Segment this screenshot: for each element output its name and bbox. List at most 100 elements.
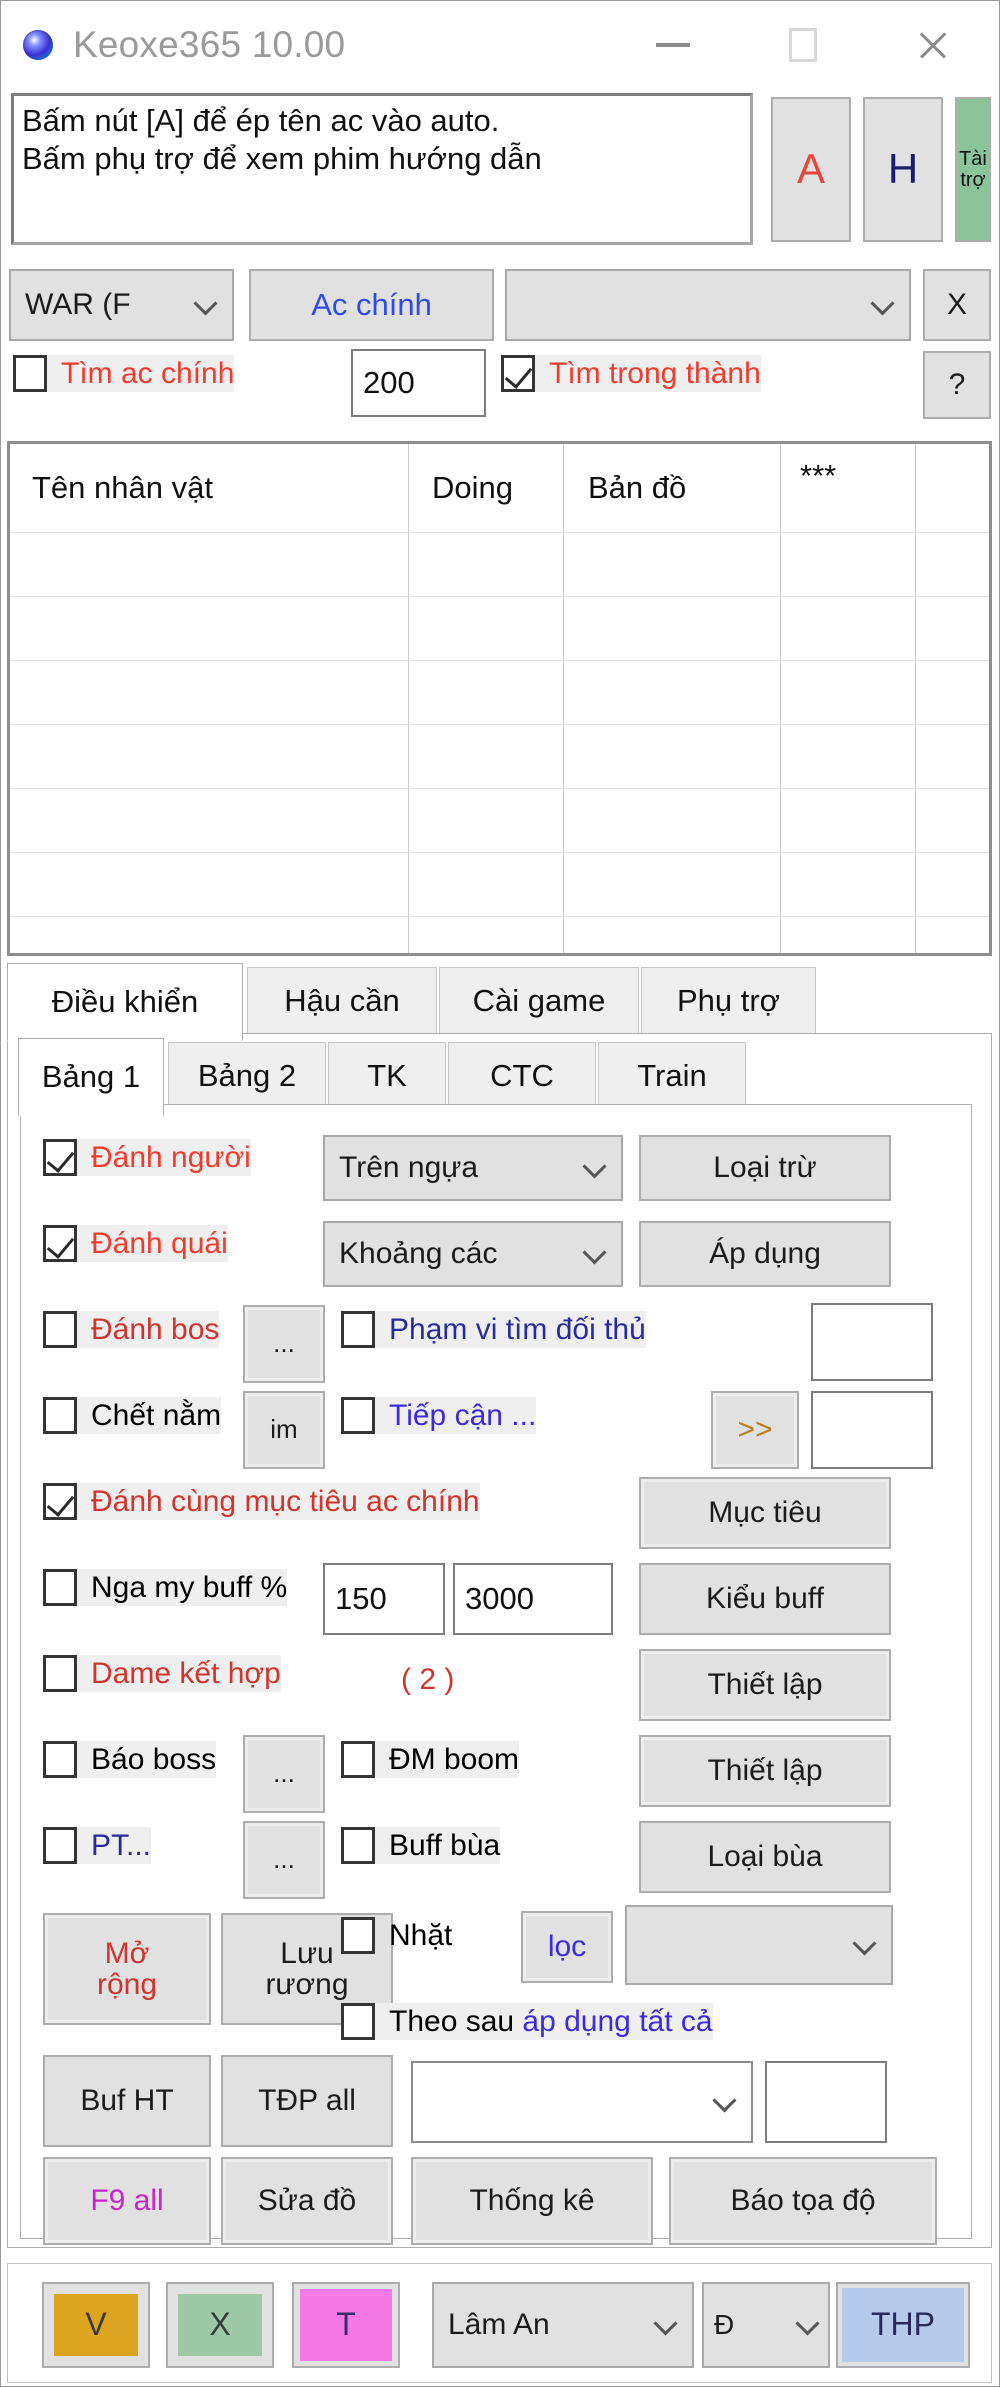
tab-hau-can[interactable]: Hậu cần <box>247 967 437 1035</box>
approach-input[interactable] <box>811 1391 933 1469</box>
thp-button[interactable]: THP <box>836 2282 970 2368</box>
opponent-range-checkbox[interactable] <box>341 1311 375 1348</box>
direction-select[interactable]: Đ <box>702 2282 830 2368</box>
help-button[interactable]: ? <box>923 351 991 419</box>
sponsor-button[interactable]: Tài trợ <box>955 97 991 242</box>
tdp-all-button[interactable]: TĐP all <box>221 2055 393 2147</box>
combo-damage-checkbox-row[interactable]: Dame kết hợp <box>43 1655 281 1692</box>
ngamy-buff-checkbox-row[interactable]: Nga my buff % <box>43 1569 288 1606</box>
sponsor-inner: Tài trợ <box>957 99 989 240</box>
instruction-memo[interactable]: Bấm nút [A] để ép tên ac vào auto. Bấm p… <box>11 93 753 245</box>
map-select[interactable]: Lâm An <box>432 2282 694 2368</box>
tab-phu-tro[interactable]: Phụ trợ <box>641 967 816 1035</box>
help-hotkey-button[interactable]: H <box>863 97 943 242</box>
distance-select[interactable]: Khoảng các <box>323 1221 623 1287</box>
grid-column-map[interactable]: Bản đồ <box>588 470 686 506</box>
approach-more-button[interactable]: >> <box>711 1391 799 1469</box>
main-account-button[interactable]: Ac chính <box>249 269 494 341</box>
tab-cai-game[interactable]: Cài game <box>439 967 639 1035</box>
die-lie-checkbox-row[interactable]: Chết nằm <box>43 1397 222 1434</box>
search-range-input[interactable]: 200 <box>351 349 486 417</box>
attack-player-checkbox-row[interactable]: Đánh người <box>43 1139 251 1176</box>
attack-boss-checkbox-row[interactable]: Đánh bos <box>43 1311 220 1348</box>
exclude-button[interactable]: Loại trừ <box>639 1135 891 1201</box>
target-button[interactable]: Mục tiêu <box>639 1477 891 1549</box>
approach-checkbox[interactable] <box>341 1397 375 1434</box>
report-boss-options-button[interactable]: ... <box>243 1735 325 1813</box>
pickup-checkbox[interactable] <box>341 1917 375 1954</box>
character-grid[interactable]: Tên nhân vật Doing Bản đồ *** <box>7 441 992 956</box>
pickup-checkbox-row[interactable]: Nhặt <box>341 1917 452 1954</box>
combo-damage-checkbox[interactable] <box>43 1655 77 1692</box>
follow-checkbox[interactable] <box>341 2003 375 2040</box>
t-button[interactable]: T <box>292 2282 400 2368</box>
subtab-ctc[interactable]: CTC <box>448 1042 596 1110</box>
minimize-button[interactable] <box>627 1 719 89</box>
die-lie-checkbox[interactable] <box>43 1397 77 1434</box>
subtab-train[interactable]: Train <box>598 1042 746 1110</box>
buff-type-button[interactable]: Kiểu buff <box>639 1563 891 1635</box>
report-boss-checkbox[interactable] <box>43 1741 77 1778</box>
dm-boom-checkbox-row[interactable]: ĐM boom <box>341 1741 520 1778</box>
pt-checkbox-row[interactable]: PT... <box>43 1827 152 1864</box>
mount-select[interactable]: Trên ngựa <box>323 1135 623 1201</box>
grid-column-more[interactable]: *** <box>800 458 836 494</box>
subtab-bang-2[interactable]: Bảng 2 <box>168 1042 326 1110</box>
clear-button[interactable]: X <box>923 269 991 341</box>
attack-boss-options-button[interactable]: ... <box>243 1305 325 1383</box>
ngamy-buff-delay-input[interactable]: 3000 <box>453 1563 613 1635</box>
pickup-filter-select[interactable] <box>625 1905 893 1985</box>
find-main-account-checkbox[interactable] <box>13 355 47 392</box>
buff-charm-checkbox-row[interactable]: Buff bùa <box>341 1827 501 1864</box>
follow-apply-all-link[interactable]: áp dụng tất cả <box>522 2005 712 2038</box>
same-target-checkbox-row[interactable]: Đánh cùng mục tiêu ac chính <box>43 1483 480 1520</box>
fix-gear-button[interactable]: Sửa đồ <box>221 2157 393 2245</box>
attack-boss-checkbox[interactable] <box>43 1311 77 1348</box>
dm-boom-checkbox[interactable] <box>341 1741 375 1778</box>
attack-player-checkbox[interactable] <box>43 1139 77 1176</box>
tab-dieu-khien[interactable]: Điều khiển <box>7 963 243 1041</box>
follow-target-select[interactable] <box>411 2061 753 2143</box>
pt-options-button[interactable]: ... <box>243 1821 325 1899</box>
close-button[interactable] <box>887 1 979 89</box>
pt-checkbox[interactable] <box>43 1827 77 1864</box>
stats-button[interactable]: Thống kê <box>411 2157 653 2245</box>
main-account-label: Ac chính <box>311 286 432 322</box>
attack-monster-checkbox-row[interactable]: Đánh quái <box>43 1225 228 1262</box>
attack-monster-checkbox[interactable] <box>43 1225 77 1262</box>
find-main-account-checkbox-row[interactable]: Tìm ac chính <box>13 355 235 392</box>
ngamy-buff-percent-input[interactable]: 150 <box>323 1563 445 1635</box>
charm-type-button[interactable]: Loại bùa <box>639 1821 891 1893</box>
buf-ht-button[interactable]: Buf HT <box>43 2055 211 2147</box>
same-target-checkbox[interactable] <box>43 1483 77 1520</box>
force-name-button[interactable]: A <box>771 97 851 242</box>
maximize-button[interactable] <box>757 1 849 89</box>
report-coord-button[interactable]: Báo tọa độ <box>669 2157 937 2245</box>
apply-button[interactable]: Áp dụng <box>639 1221 891 1287</box>
subtab-bang-1[interactable]: Bảng 1 <box>18 1038 164 1116</box>
v-button[interactable]: V <box>42 2282 150 2368</box>
save-storage-line2: rương <box>265 1968 349 2001</box>
report-boss-checkbox-row[interactable]: Báo boss <box>43 1741 217 1778</box>
buff-charm-checkbox[interactable] <box>341 1827 375 1864</box>
silent-button[interactable]: im <box>243 1391 325 1469</box>
dm-boom-settings-button[interactable]: Thiết lập <box>639 1735 891 1807</box>
find-in-town-checkbox[interactable] <box>501 355 535 392</box>
ngamy-buff-checkbox[interactable] <box>43 1569 77 1606</box>
approach-checkbox-row[interactable]: Tiếp cận ... <box>341 1397 537 1434</box>
f9-all-button[interactable]: F9 all <box>43 2157 211 2245</box>
follow-checkbox-row[interactable]: Theo sau áp dụng tất cả <box>341 2003 713 2040</box>
pickup-filter-button[interactable]: lọc <box>521 1911 613 1983</box>
opponent-range-checkbox-row[interactable]: Phạm vi tìm đối thủ <box>341 1311 646 1348</box>
combo-damage-settings-button[interactable]: Thiết lập <box>639 1649 891 1721</box>
grid-column-doing[interactable]: Doing <box>432 470 513 506</box>
subtab-tk[interactable]: TK <box>328 1042 446 1110</box>
server-select[interactable]: WAR (F <box>9 269 234 341</box>
opponent-range-input[interactable] <box>811 1303 933 1381</box>
grid-column-name[interactable]: Tên nhân vật <box>32 470 213 506</box>
account-select[interactable] <box>505 269 911 341</box>
follow-target-input[interactable] <box>765 2061 887 2143</box>
expand-button[interactable]: Mở rộng <box>43 1913 211 2025</box>
x-button[interactable]: X <box>166 2282 274 2368</box>
find-in-town-checkbox-row[interactable]: Tìm trong thành <box>501 355 761 392</box>
